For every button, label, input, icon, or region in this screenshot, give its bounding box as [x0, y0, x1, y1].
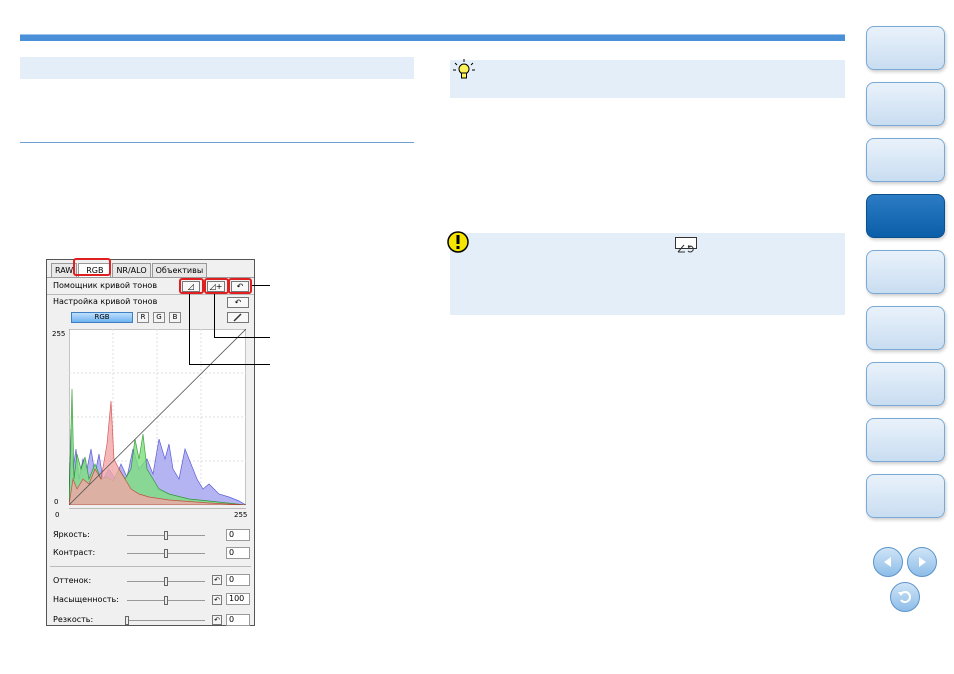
nav-tab-4-active[interactable] [866, 194, 945, 238]
contrast-value-input[interactable]: 0 [226, 547, 250, 559]
callout-line-reset [252, 285, 270, 286]
exclamation-icon [447, 231, 469, 253]
hue-value-input[interactable]: 0 [226, 574, 250, 586]
saturation-reset-button[interactable]: ↶ [212, 595, 222, 605]
sharpness-value-input[interactable]: 0 [226, 614, 250, 626]
tab-nr-alo[interactable]: NR/ALO [112, 263, 151, 277]
axis-x-left-label: 0 [55, 511, 60, 519]
tab-lens[interactable]: Объективы [151, 263, 208, 277]
channel-g-button[interactable]: G [153, 312, 165, 323]
axis-x-right-label: 255 [234, 511, 248, 519]
tool-palette: RAW RGB NR/ALO Объективы Помощник кривой… [46, 259, 255, 626]
axis-bottom-label: 0 [54, 498, 59, 506]
channel-b-button[interactable]: B [169, 312, 181, 323]
tone-curve-assist-label: Помощник кривой тонов [53, 281, 158, 290]
next-page-button[interactable] [907, 547, 937, 577]
nav-tab-3[interactable] [866, 138, 945, 182]
sharpness-label: Резкость: [53, 615, 94, 624]
channel-r-button[interactable]: R [137, 312, 149, 323]
assist-standard-highlight [179, 278, 204, 294]
sharpness-reset-button[interactable]: ↶ [212, 615, 222, 625]
contrast-slider-thumb[interactable] [164, 549, 168, 558]
rgb-tab-highlight [73, 258, 111, 276]
lightbulb-icon [453, 59, 475, 79]
tone-curve-reset-button[interactable]: ↶ [227, 297, 249, 308]
brightness-slider-thumb[interactable] [164, 531, 168, 540]
assist-reset-highlight [228, 278, 252, 294]
channel-rgb-button[interactable]: RGB [71, 312, 133, 323]
section-heading-box [20, 57, 414, 79]
arrow-right-icon [919, 557, 926, 567]
hue-slider-thumb[interactable] [164, 577, 168, 586]
callout-line-high [214, 337, 270, 338]
nav-tab-2[interactable] [866, 82, 945, 126]
tone-curve-graph[interactable] [69, 329, 246, 505]
nav-tab-7[interactable] [866, 362, 945, 406]
nav-tab-6[interactable] [866, 306, 945, 350]
prev-page-button[interactable] [873, 547, 903, 577]
sharpness-slider[interactable] [127, 620, 205, 621]
eyedropper-button[interactable] [227, 312, 249, 323]
saturation-value-input[interactable]: 100 [226, 593, 250, 605]
sharpness-slider-thumb[interactable] [125, 616, 129, 625]
nav-tab-1[interactable] [866, 26, 945, 70]
callout-line-standard [189, 364, 270, 365]
return-icon [898, 591, 911, 603]
saturation-label: Насыщенность: [53, 595, 119, 604]
return-button[interactable] [890, 582, 920, 612]
arrow-left-icon [884, 557, 891, 567]
section-divider [20, 142, 414, 143]
nav-tab-9[interactable] [866, 474, 945, 518]
tip-box [450, 59, 845, 98]
reset-curve-icon [675, 237, 697, 253]
hue-label: Оттенок: [53, 576, 92, 585]
header-accent-bar [20, 34, 845, 41]
saturation-slider-thumb[interactable] [164, 596, 168, 605]
caution-box [447, 231, 845, 315]
eyedropper-icon [233, 313, 242, 322]
nav-tab-5[interactable] [866, 250, 945, 294]
brightness-value-input[interactable]: 0 [226, 529, 250, 541]
contrast-label: Контраст: [53, 548, 96, 557]
hue-reset-button[interactable]: ↶ [212, 575, 222, 585]
nav-tab-8[interactable] [866, 418, 945, 462]
tone-curve-adjust-label: Настройка кривой тонов [53, 297, 158, 306]
assist-high-highlight [204, 278, 229, 294]
callout-vertical-high [214, 294, 215, 337]
axis-top-label: 255 [52, 330, 66, 338]
brightness-label: Яркость: [53, 530, 90, 539]
callout-vertical-standard [189, 294, 190, 364]
